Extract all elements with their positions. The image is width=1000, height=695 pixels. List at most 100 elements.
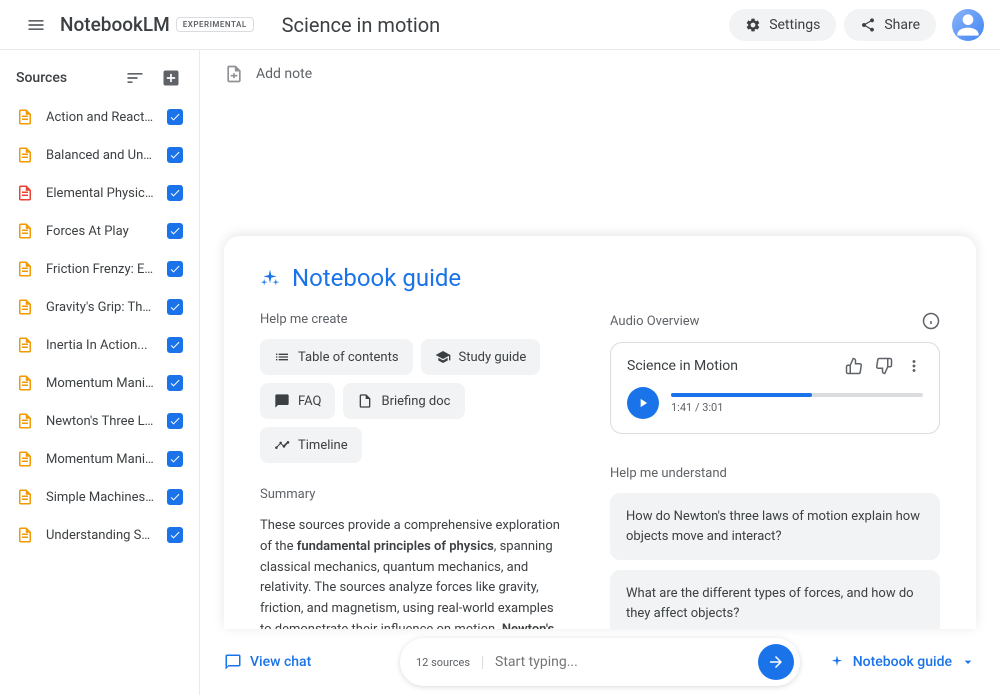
share-label: Share — [884, 17, 920, 33]
questions-list: How do Newton's three laws of motion exp… — [610, 493, 940, 629]
notebook-guide-button[interactable]: Notebook guide — [816, 654, 976, 670]
header: NotebookLM EXPERIMENTAL Science in motio… — [0, 0, 1000, 50]
progress-bar[interactable] — [671, 393, 923, 397]
chat-input[interactable] — [495, 654, 746, 670]
timeline-chip[interactable]: Timeline — [260, 427, 362, 463]
play-button[interactable] — [627, 387, 659, 419]
source-checkbox[interactable] — [167, 337, 183, 353]
document-icon — [16, 222, 34, 240]
source-name: Forces At Play — [46, 224, 155, 239]
avatar[interactable] — [952, 9, 984, 41]
progress-fill — [671, 393, 812, 397]
toc-chip[interactable]: Table of contents — [260, 339, 413, 375]
source-name: Elemental Physics, Third... — [46, 186, 155, 201]
source-item[interactable]: Inertia In Action... — [0, 326, 199, 364]
source-checkbox[interactable] — [167, 451, 183, 467]
source-checkbox[interactable] — [167, 489, 183, 505]
check-icon — [169, 225, 181, 237]
view-chat-button[interactable]: View chat — [224, 653, 384, 671]
menu-button[interactable] — [16, 5, 56, 45]
more-vert-icon[interactable] — [905, 357, 923, 375]
question-card[interactable]: What are the different types of forces, … — [610, 570, 940, 629]
document-icon — [16, 108, 34, 126]
source-item[interactable]: Gravity's Grip: The Forc... — [0, 288, 199, 326]
hamburger-icon — [26, 15, 46, 35]
thumbs-up-icon[interactable] — [845, 357, 863, 375]
audio-top: Science in Motion — [627, 357, 923, 375]
check-icon — [169, 491, 181, 503]
source-item[interactable]: Newton's Three Laws... — [0, 402, 199, 440]
source-checkbox[interactable] — [167, 375, 183, 391]
progress-area[interactable]: 1:41 / 3:01 — [671, 393, 923, 414]
guide-columns: Help me create Table of contents Study g… — [260, 312, 940, 629]
sidebar-title: Sources — [16, 70, 67, 86]
document-icon — [16, 450, 34, 468]
view-chat-label: View chat — [250, 654, 311, 670]
source-checkbox[interactable] — [167, 299, 183, 315]
add-source-button[interactable] — [159, 66, 183, 90]
thumbs-down-icon[interactable] — [875, 357, 893, 375]
study-chip[interactable]: Study guide — [421, 339, 541, 375]
source-name: Balanced and Unbalance... — [46, 148, 155, 163]
source-name: Gravity's Grip: The Forc... — [46, 300, 155, 315]
check-icon — [169, 453, 181, 465]
chevron-down-icon — [960, 654, 976, 670]
source-checkbox[interactable] — [167, 147, 183, 163]
faq-chip[interactable]: FAQ — [260, 383, 335, 419]
document-icon — [16, 184, 34, 202]
source-checkbox[interactable] — [167, 223, 183, 239]
briefing-chip[interactable]: Briefing doc — [343, 383, 464, 419]
chat-bubble-icon — [224, 653, 242, 671]
source-name: Newton's Three Laws... — [46, 414, 155, 429]
source-checkbox[interactable] — [167, 413, 183, 429]
toc-label: Table of contents — [298, 350, 399, 365]
play-icon — [636, 396, 650, 410]
question-card[interactable]: How do Newton's three laws of motion exp… — [610, 493, 940, 560]
sidebar-header: Sources — [0, 50, 199, 98]
source-item[interactable]: Action and Reaction — [0, 98, 199, 136]
check-icon — [169, 187, 181, 199]
document-icon — [16, 146, 34, 164]
source-checkbox[interactable] — [167, 185, 183, 201]
source-item[interactable]: Forces At Play — [0, 212, 199, 250]
source-item[interactable]: Friction Frenzy: Explorin... — [0, 250, 199, 288]
source-checkbox[interactable] — [167, 527, 183, 543]
audio-card: Science in Motion — [610, 342, 940, 434]
school-icon — [435, 349, 451, 365]
share-button[interactable]: Share — [844, 9, 936, 41]
list-icon — [274, 349, 290, 365]
audio-actions — [845, 357, 923, 375]
source-item[interactable]: Simple Machines Make... — [0, 478, 199, 516]
timeline-label: Timeline — [298, 438, 348, 453]
main-layout: Sources Action and Reaction Balanced and… — [0, 50, 1000, 695]
summary-text: These sources provide a comprehensive ex… — [260, 516, 562, 629]
source-item[interactable]: Balanced and Unbalance... — [0, 136, 199, 174]
settings-button[interactable]: Settings — [729, 9, 836, 41]
source-item[interactable]: Understanding Speed, Ve... — [0, 516, 199, 554]
info-icon[interactable] — [922, 312, 940, 330]
send-button[interactable] — [758, 644, 794, 680]
chat-input-pill: 12 sources — [400, 638, 800, 686]
arrow-right-icon — [767, 653, 785, 671]
check-icon — [169, 301, 181, 313]
guide-panel: Notebook guide Help me create Table of c… — [224, 236, 976, 629]
study-label: Study guide — [459, 350, 527, 365]
document-icon — [16, 412, 34, 430]
source-item[interactable]: Elemental Physics, Third... — [0, 174, 199, 212]
add-note-button[interactable]: Add note — [200, 50, 1000, 98]
bottom-bar: View chat 12 sources Notebook guide — [200, 629, 1000, 695]
source-name: Friction Frenzy: Explorin... — [46, 262, 155, 277]
document-icon — [16, 526, 34, 544]
help-create-label: Help me create — [260, 312, 562, 327]
source-checkbox[interactable] — [167, 261, 183, 277]
filter-button[interactable] — [123, 66, 147, 90]
audio-title: Science in Motion — [627, 358, 738, 374]
faq-label: FAQ — [298, 394, 321, 409]
content: Add note Notebook guide Help me create T… — [200, 50, 1000, 695]
guide-title-text: Notebook guide — [292, 264, 461, 292]
source-checkbox[interactable] — [167, 109, 183, 125]
check-icon — [169, 339, 181, 351]
check-icon — [169, 529, 181, 541]
source-item[interactable]: Momentum Mania: Inves... — [0, 440, 199, 478]
source-item[interactable]: Momentum Mania: Inves... — [0, 364, 199, 402]
